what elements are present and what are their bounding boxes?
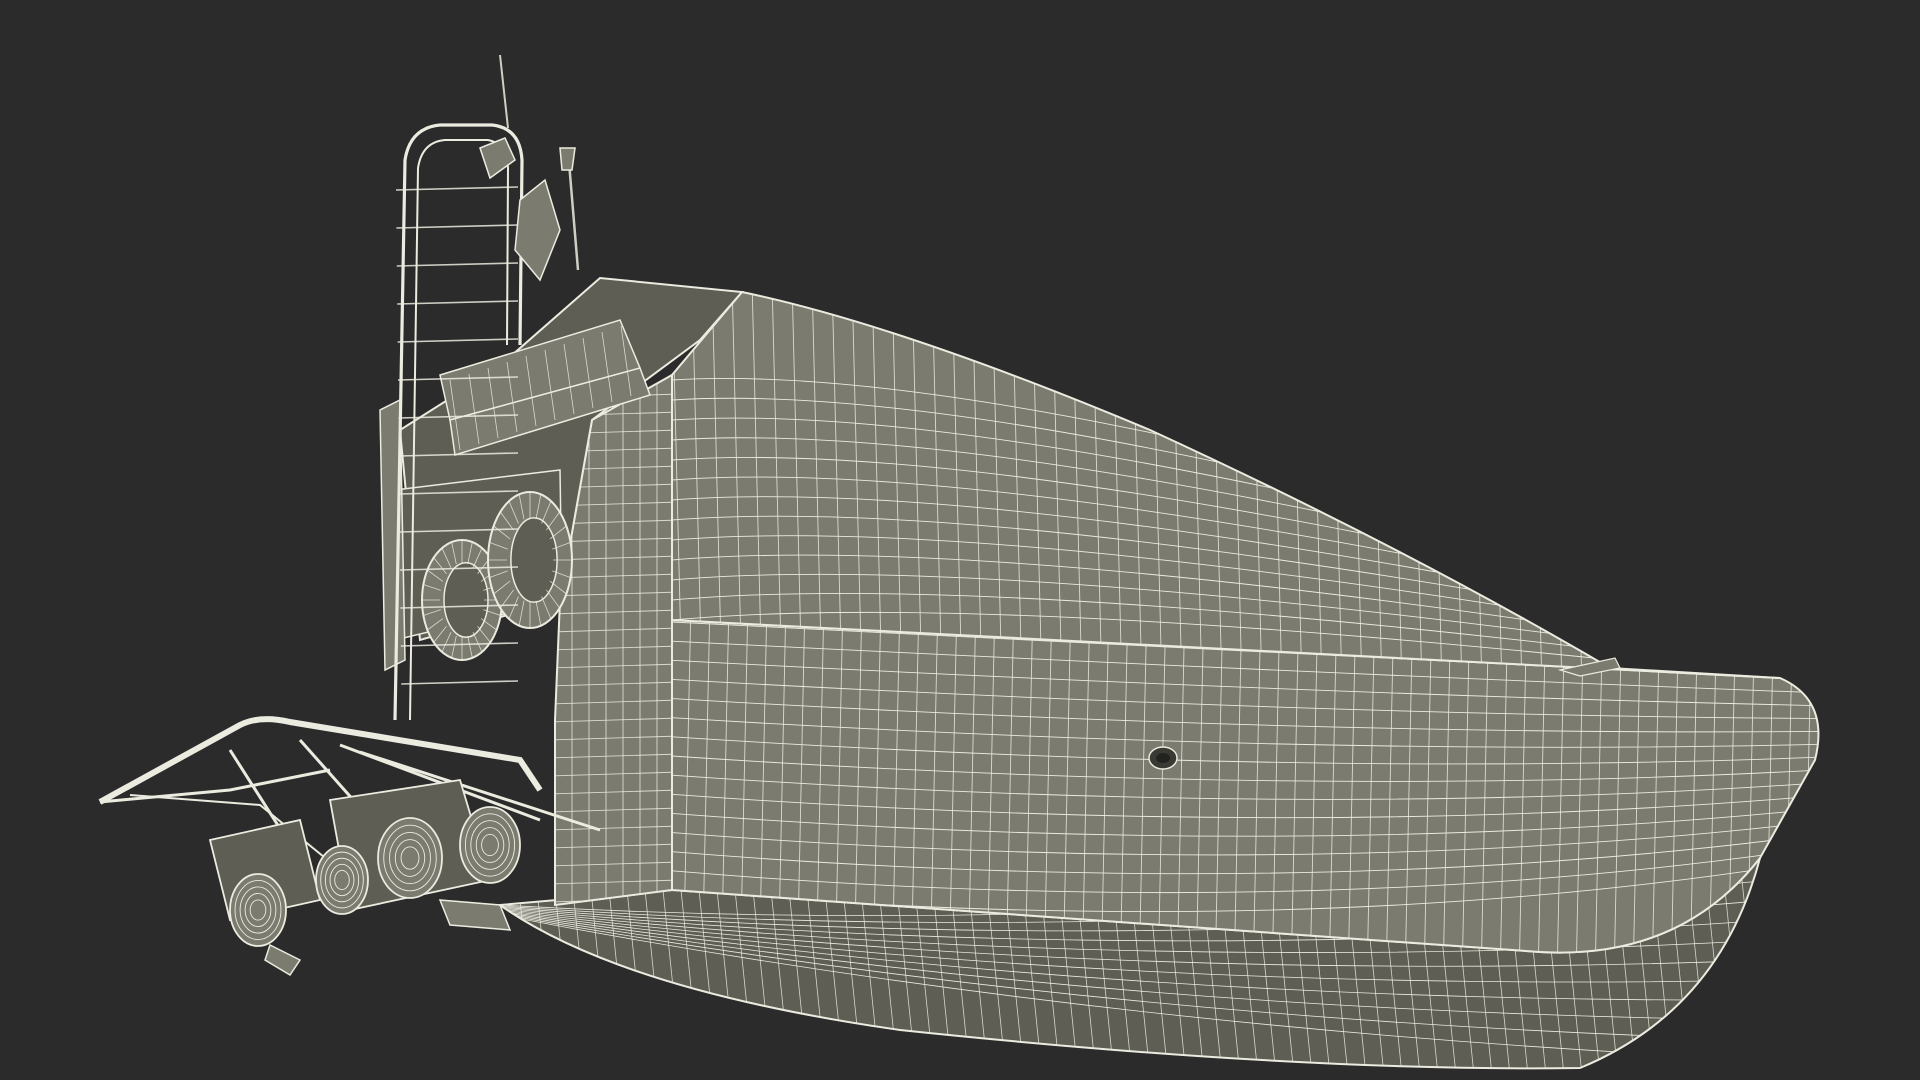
boat-wireframe-render: [98, 54, 1820, 1070]
cabin-roof: [671, 290, 1781, 679]
life-ring-right: [487, 491, 573, 629]
render-viewport: [0, 0, 1920, 1080]
outboard-engines: [208, 778, 521, 977]
hull-vent-hole: [1148, 746, 1178, 770]
